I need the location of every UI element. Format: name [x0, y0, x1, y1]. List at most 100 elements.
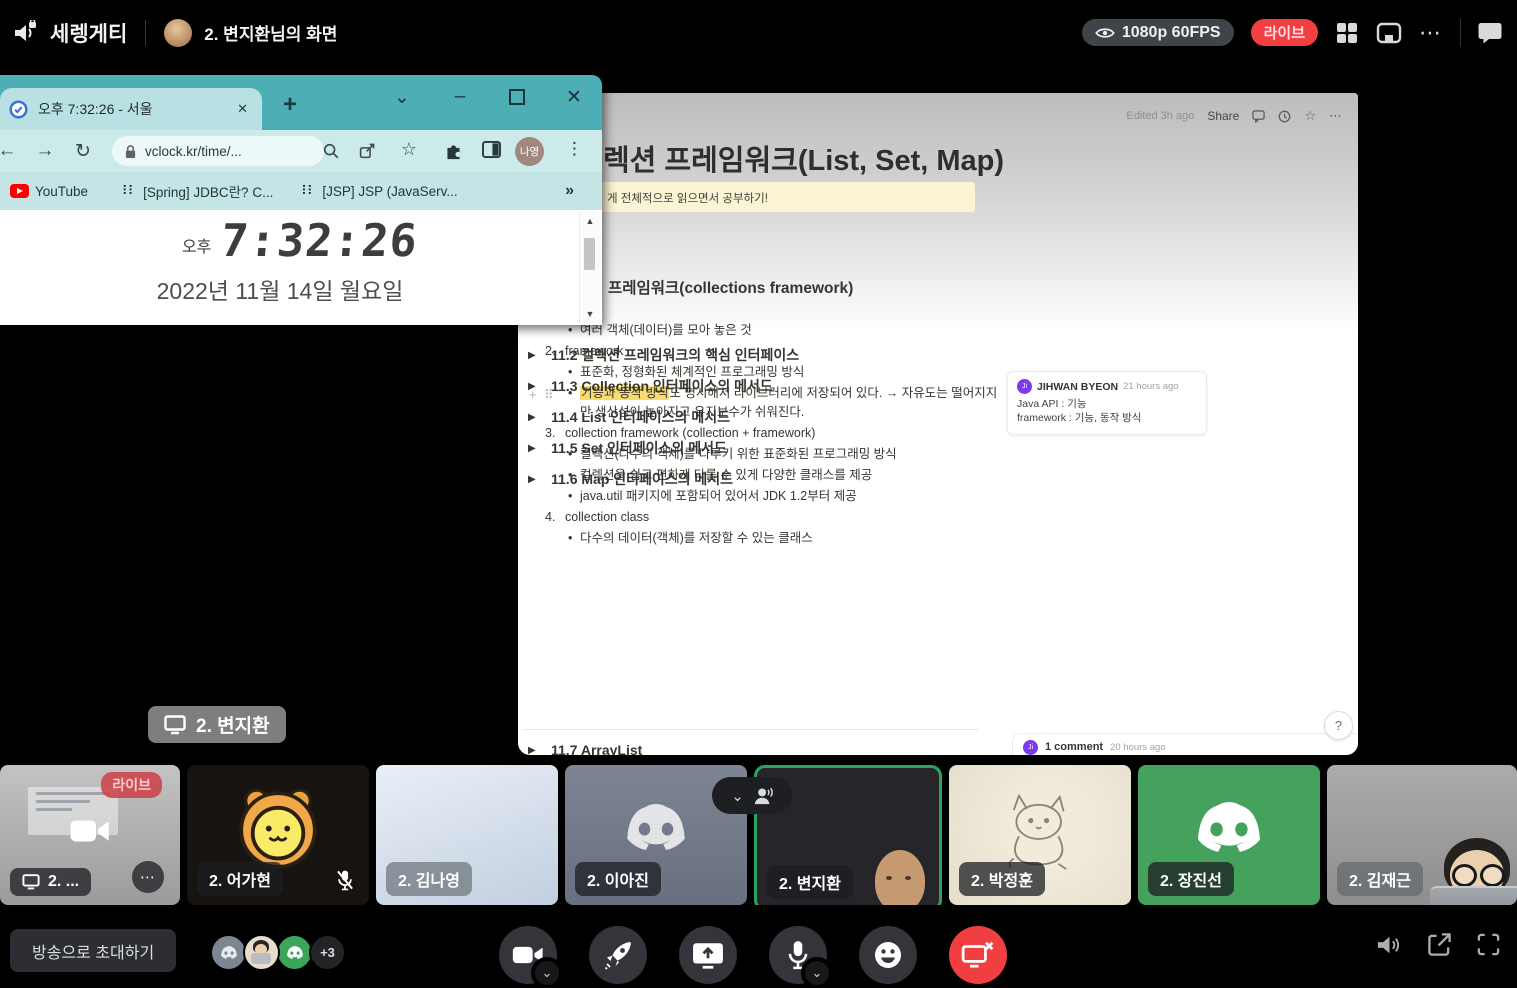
voice-channel-icon: [12, 19, 38, 46]
list-item: • 다수의 데이터(객체)를 저장할 수 있는 클래스: [568, 531, 813, 545]
tile-participant[interactable]: 2. 김나영: [376, 765, 558, 905]
window-close-icon[interactable]: ✕: [560, 83, 588, 111]
history-icon[interactable]: [1278, 110, 1291, 123]
collapse-members-pill[interactable]: ⌄: [712, 777, 792, 814]
window-chevron-icon[interactable]: ⌄: [388, 83, 416, 111]
popout-icon[interactable]: [1427, 932, 1452, 957]
extensions-puzzle-icon[interactable]: [444, 141, 463, 160]
address-bar[interactable]: vclock.kr/time/...: [112, 136, 324, 166]
comment-text: framework : 기능, 동작 방식: [1017, 412, 1142, 424]
call-controls-bar: 방송으로 초대하기 +3 ⌄ ⌄: [0, 905, 1517, 988]
invite-to-broadcast-button[interactable]: 방송으로 초대하기: [10, 929, 177, 972]
bookmark-spring-jdbc[interactable]: ⠸⠇ [Spring] JDBC란? C...: [118, 181, 273, 201]
section-heading: 프레임워크(collections framework): [608, 280, 854, 297]
streamer-avatar[interactable]: [164, 18, 193, 47]
tile-screen-share-preview[interactable]: 라이브 2. ... ⋯: [0, 765, 180, 905]
share-button[interactable]: Share: [1207, 109, 1239, 123]
mic-muted-icon: [335, 869, 355, 891]
top-bar: 세렝게티 2. 변지환님의 화면 1080p 60FPS 라이브 ⋯: [0, 0, 1517, 65]
activities-button[interactable]: [589, 926, 647, 984]
comment-count-bar[interactable]: Ji 1 comment 20 hours ago: [1012, 733, 1358, 755]
monitor-icon: [22, 874, 40, 890]
tile-name-label: 2. ...: [10, 868, 92, 896]
window-maximize-icon[interactable]: [503, 83, 531, 111]
toggle-11-3[interactable]: ▶ 11.3 Collection 인터페이스의 메서드: [528, 375, 988, 397]
commenter-name: JIHWAN BYEON: [1037, 380, 1119, 393]
favorite-star-icon[interactable]: ☆: [1304, 108, 1316, 124]
tile-participant[interactable]: 2. 박정훈: [949, 765, 1131, 905]
url-text: vclock.kr/time/...: [145, 143, 242, 159]
more-options-icon[interactable]: ⋯: [1419, 21, 1443, 43]
grid-layout-icon[interactable]: [1335, 21, 1359, 45]
commenter-avatar: Ji: [1017, 379, 1032, 394]
toggle-11-5[interactable]: ▶ 11.5 Set 인터페이스의 메서드: [528, 437, 988, 459]
comment-text: Java API : 기능: [1017, 398, 1087, 410]
bookmark-jsp[interactable]: ⠸⠇ [JSP] JSP (JavaServ...: [297, 184, 457, 199]
new-tab-icon[interactable]: +: [283, 91, 297, 119]
volume-icon[interactable]: [1376, 933, 1403, 957]
browser-tab[interactable]: 오후 7:32:26 - 서울 ✕: [0, 88, 262, 130]
bookmark-youtube[interactable]: YouTube: [10, 184, 88, 199]
notion-window: Edited 3h ago Share ☆ ⋯ 렉션 프레임워크(List, S…: [518, 93, 1358, 755]
stream-quality-badge[interactable]: 1080p 60FPS: [1081, 19, 1234, 46]
bookmark-star-icon[interactable]: ☆: [390, 139, 428, 160]
picture-in-picture-icon[interactable]: [1376, 21, 1402, 45]
page-menu-icon[interactable]: ⋯: [1329, 108, 1342, 124]
tile-participant[interactable]: 2. 김재근: [1327, 765, 1517, 905]
profile-avatar[interactable]: 나영: [515, 137, 544, 166]
scrollbar[interactable]: ▲ ▼: [579, 212, 600, 323]
camera-options-chevron-icon[interactable]: ⌄: [531, 957, 563, 988]
tile-name-label: 2. 박정훈: [959, 862, 1045, 896]
browser-menu-icon[interactable]: ⋮: [566, 139, 583, 159]
camera-button[interactable]: ⌄: [499, 926, 563, 988]
toggle-11-7[interactable]: ▶ 11.7 ArrayList: [528, 739, 642, 755]
share-icon[interactable]: [358, 141, 377, 160]
lion-avatar: [232, 781, 324, 873]
browser-titlebar[interactable]: 오후 7:32:26 - 서울 ✕ + ⌄ – ✕: [0, 75, 602, 130]
bookmarks-overflow-icon[interactable]: »: [565, 182, 574, 200]
divider: [145, 19, 147, 46]
video-camera-icon: [68, 813, 112, 849]
toggle-11-2[interactable]: ▶ 11.2 컬렉션 프레임워크의 핵심 인터페이스: [528, 344, 988, 366]
back-icon[interactable]: ←: [0, 140, 26, 162]
tile-participant[interactable]: 2. 어가현: [187, 765, 369, 905]
channel-name: 세렝게티: [50, 22, 128, 46]
scroll-up-icon[interactable]: ▲: [580, 216, 600, 226]
discord-stream-view: 세렝게티 2. 변지환님의 화면 1080p 60FPS 라이브 ⋯ Edite…: [0, 0, 1517, 988]
microphone-button[interactable]: ⌄: [769, 926, 833, 988]
search-icon[interactable]: [322, 142, 340, 160]
help-button[interactable]: ?: [1324, 711, 1353, 740]
reload-icon[interactable]: ↻: [64, 140, 102, 163]
fullscreen-icon[interactable]: [1476, 932, 1501, 957]
forward-icon[interactable]: →: [26, 140, 64, 162]
mic-options-chevron-icon[interactable]: ⌄: [801, 957, 833, 988]
window-minimize-icon[interactable]: –: [446, 83, 474, 111]
screen-share-button[interactable]: [679, 926, 737, 984]
viewer-overflow-badge: +3: [309, 934, 346, 971]
stream-title: 2. 변지환님의 화면: [204, 25, 338, 44]
toggle-11-4[interactable]: ▶ 11.4 List 인터페이스의 메서드: [528, 406, 988, 428]
comment-time: 21 hours ago: [1123, 381, 1179, 392]
tile-more-icon[interactable]: ⋯: [132, 861, 164, 893]
scroll-down-icon[interactable]: ▼: [580, 309, 600, 319]
tile-name-label: 2. 김나영: [386, 862, 472, 896]
divider: [1460, 18, 1461, 47]
discord-logo-avatar: [1190, 797, 1268, 856]
reactions-button[interactable]: [859, 926, 917, 984]
side-panel-icon[interactable]: [482, 141, 501, 158]
chat-icon[interactable]: [1478, 21, 1503, 45]
tab-favicon-clock-icon: [9, 99, 28, 119]
scroll-thumb[interactable]: [584, 238, 595, 270]
toggle-11-6[interactable]: ▶ 11.6 Map 인터페이스의 메서드: [528, 468, 988, 490]
toggle-section-list: ▶ 11.2 컬렉션 프레임워크의 핵심 인터페이스 ▶ 11.3 Collecti…: [528, 344, 988, 499]
tile-participant[interactable]: 2. 장진선: [1138, 765, 1320, 905]
tistory-favicon-icon: ⠸⠇: [297, 183, 317, 198]
comment-card[interactable]: Ji JIHWAN BYEON 21 hours ago Java API : …: [1007, 371, 1207, 435]
tile-name-label: 2. 김재근: [1337, 862, 1423, 896]
chevron-down-icon: ⌄: [731, 787, 744, 805]
rocket-icon: [604, 942, 631, 970]
comments-icon[interactable]: [1252, 109, 1266, 123]
tab-close-icon[interactable]: ✕: [237, 101, 248, 117]
stop-streaming-button[interactable]: [949, 926, 1007, 984]
viewer-avatar-stack[interactable]: +3: [210, 934, 346, 971]
